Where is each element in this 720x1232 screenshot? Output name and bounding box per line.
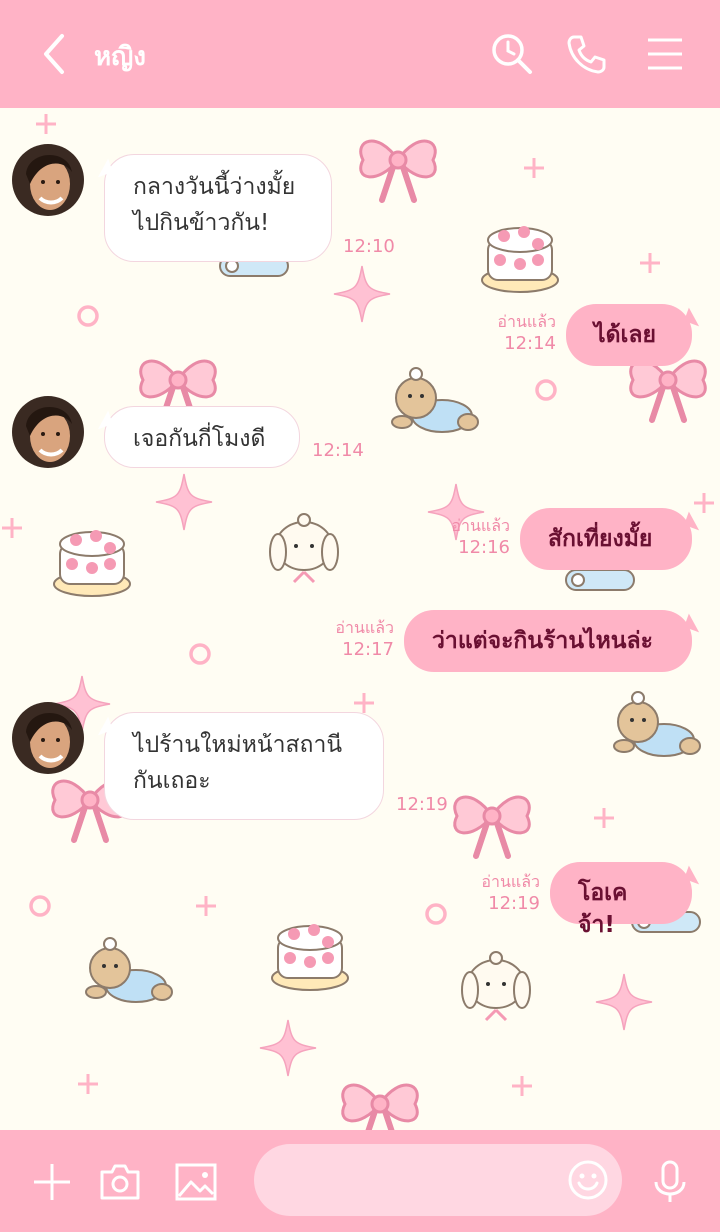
microphone-icon[interactable]	[648, 1160, 692, 1204]
message-line: เจอกันกี่โมงดี	[133, 426, 266, 452]
message-time: 12:19	[488, 893, 540, 914]
search-clock-icon[interactable]	[490, 32, 534, 76]
read-receipt: อ่านแล้ว	[497, 312, 556, 331]
camera-icon[interactable]	[98, 1160, 142, 1204]
message-line: ไปกินข้าวกัน!	[133, 210, 270, 236]
read-receipt: อ่านแล้ว	[451, 516, 510, 535]
message-time: 12:16	[458, 537, 510, 558]
chevron-left-icon[interactable]	[38, 32, 74, 76]
avatar[interactable]	[12, 702, 84, 774]
incoming-message[interactable]: ไปร้านใหม่หน้าสถานี กันเถอะ	[104, 712, 384, 820]
message-line: กันเถอะ	[133, 768, 211, 794]
menu-icon[interactable]	[644, 32, 688, 76]
incoming-message[interactable]: เจอกันกี่โมงดี	[104, 406, 300, 468]
outgoing-message[interactable]: โอเคจ้า!	[550, 862, 692, 938]
message-meta: อ่านแล้ว 12:17	[318, 618, 394, 662]
input-bar	[0, 1130, 720, 1232]
chat-area[interactable]: กลางวันนี้ว่างมั้ย ไปกินข้าวกัน! 12:10 อ…	[0, 108, 720, 1130]
message-time: 12:17	[342, 639, 394, 660]
smiley-icon[interactable]	[566, 1158, 610, 1202]
message-meta: อ่านแล้ว 12:16	[434, 516, 510, 560]
message-time: 12:14	[312, 440, 364, 461]
incoming-message[interactable]: กลางวันนี้ว่างมั้ย ไปกินข้าวกัน!	[104, 154, 332, 262]
outgoing-message[interactable]: ได้เลย	[566, 304, 692, 366]
avatar[interactable]	[12, 396, 84, 468]
plus-icon[interactable]	[30, 1160, 74, 1204]
avatar[interactable]	[12, 144, 84, 216]
message-line: กลางวันนี้ว่างมั้ย	[133, 174, 296, 200]
message-line: ไปร้านใหม่หน้าสถานี	[133, 732, 343, 758]
message-time: 12:10	[343, 236, 395, 257]
phone-icon[interactable]	[565, 32, 609, 76]
read-receipt: อ่านแล้ว	[335, 618, 394, 637]
outgoing-message[interactable]: ว่าแต่จะกินร้านไหนล่ะ	[404, 610, 692, 672]
message-meta: อ่านแล้ว 12:14	[480, 312, 556, 356]
read-receipt: อ่านแล้ว	[481, 872, 540, 891]
message-time: 12:19	[396, 794, 448, 815]
outgoing-message[interactable]: สักเที่ยงมั้ย	[520, 508, 692, 570]
contact-name[interactable]: หญิง	[94, 36, 146, 77]
chat-header: หญิง	[0, 0, 720, 108]
message-meta: อ่านแล้ว 12:19	[464, 872, 540, 916]
message-time: 12:14	[504, 333, 556, 354]
image-icon[interactable]	[174, 1160, 218, 1204]
